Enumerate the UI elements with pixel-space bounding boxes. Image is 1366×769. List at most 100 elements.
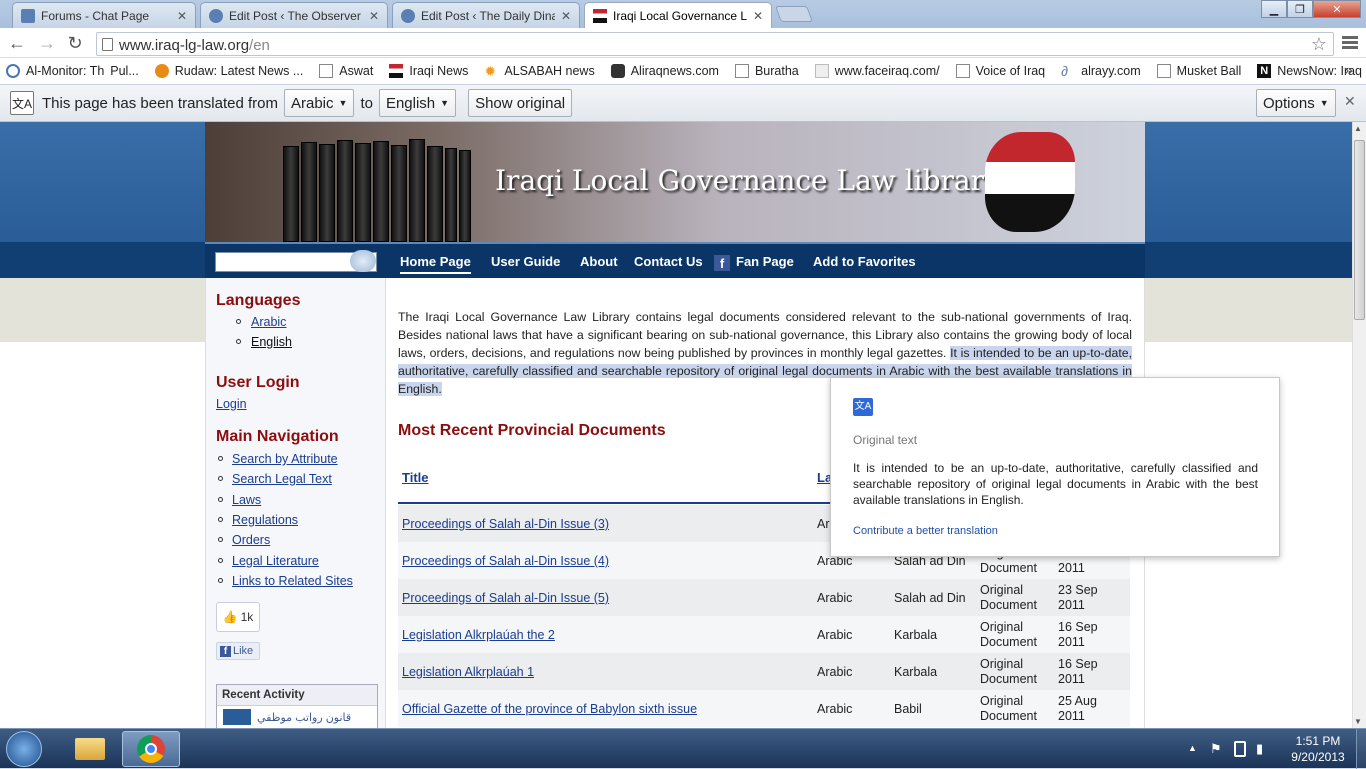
show-desktop-button[interactable] <box>1356 729 1366 769</box>
network-icon[interactable]: ▮ <box>1256 741 1263 757</box>
bookmark-aswat[interactable]: Aswat <box>319 64 373 78</box>
search-icon[interactable] <box>350 250 376 272</box>
close-icon[interactable]: ✕ <box>177 9 187 23</box>
sidebar-item-legal-literature[interactable]: Legal Literature <box>232 554 319 568</box>
address-bar[interactable]: www.iraq-lg-law.org/en ☆ <box>96 32 1334 56</box>
sidebar-item-laws[interactable]: Laws <box>232 493 261 507</box>
nav-about[interactable]: About <box>580 254 618 269</box>
user-login-heading: User Login <box>216 374 300 391</box>
bookmark-alrayy[interactable]: ∂ alrayy.com <box>1061 64 1141 78</box>
nav-user-guide[interactable]: User Guide <box>491 254 560 269</box>
forward-arrow-icon[interactable]: → <box>36 33 58 55</box>
close-window-button[interactable]: ✕ <box>1313 0 1361 18</box>
bookmarks-overflow-button[interactable]: » <box>1344 62 1353 80</box>
date-line: 2011 <box>1058 672 1085 686</box>
nav-home[interactable]: Home Page <box>400 254 471 274</box>
sidebar-item-search-legal-text[interactable]: Search Legal Text <box>232 472 332 486</box>
bookmark-rudaw[interactable]: Rudaw: Latest News ... <box>154 64 303 78</box>
globe-icon <box>6 64 20 78</box>
sidebar-item-related-sites[interactable]: Links to Related Sites <box>232 574 353 588</box>
bookmark-star-icon[interactable]: ☆ <box>1311 34 1327 55</box>
faceiraq-icon <box>814 64 829 78</box>
new-tab-button[interactable] <box>775 6 813 22</box>
document-title-link[interactable]: Official Gazette of the province of Baby… <box>402 702 697 716</box>
chevron-down-icon: ▼ <box>338 98 348 108</box>
scroll-up-icon[interactable]: ▲ <box>1354 124 1362 133</box>
bookmark-iraqi-news[interactable]: Iraqi News <box>389 64 468 78</box>
flag-icon[interactable]: ⚑ <box>1210 741 1222 757</box>
tray-expand-icon[interactable]: ▲ <box>1188 743 1197 753</box>
recent-activity-item[interactable]: قانون رواتب موظفي <box>217 706 377 728</box>
bookmark-alsabah[interactable]: ✹ ALSABAH news <box>484 64 594 78</box>
tab-observer[interactable]: Edit Post ‹ The Observer — WordPress ✕ <box>200 2 388 28</box>
table-row: Proceedings of Salah al-Din Issue (5) Ar… <box>398 579 1130 616</box>
nav-contact[interactable]: Contact Us <box>634 254 703 269</box>
close-icon[interactable]: ✕ <box>561 9 571 23</box>
title-column-header[interactable]: Title <box>402 470 429 485</box>
bookmark-faceiraq[interactable]: www.faceiraq.com/ <box>814 64 940 78</box>
facebook-icon[interactable]: f <box>714 255 730 271</box>
bookmark-voice-of-iraq[interactable]: Voice of Iraq <box>955 64 1045 78</box>
to-language-select[interactable]: English ▼ <box>378 89 457 117</box>
show-original-button[interactable]: Show original <box>468 89 573 117</box>
sidebar-item-regulations[interactable]: Regulations <box>232 513 298 527</box>
document-title-link[interactable]: Proceedings of Salah al-Din Issue (5) <box>402 591 609 605</box>
file-explorer-taskbar-button[interactable] <box>66 731 114 767</box>
close-icon[interactable]: ✕ <box>369 9 379 23</box>
type-line: Document <box>980 635 1037 649</box>
reload-icon[interactable]: ↻ <box>64 33 86 55</box>
login-link[interactable]: Login <box>216 397 247 411</box>
bookmark-aliraqnews[interactable]: Aliraqnews.com <box>610 64 719 78</box>
type-line: Document <box>980 672 1037 686</box>
page-icon <box>734 64 749 78</box>
start-button[interactable] <box>6 731 42 767</box>
maximize-button[interactable]: ❐ <box>1287 0 1313 18</box>
page-scrollbar[interactable]: ▲ ▼ <box>1352 122 1366 728</box>
tab-forums[interactable]: Forums - Chat Page ✕ <box>12 2 196 28</box>
document-region: Karbala <box>894 628 938 642</box>
back-arrow-icon[interactable]: ← <box>6 33 28 55</box>
type-line: Document <box>980 561 1037 575</box>
document-title-link[interactable]: Legislation Alkrplaúah the 2 <box>402 628 555 642</box>
sidebar-item-orders[interactable]: Orders <box>232 533 270 547</box>
type-line: Document <box>980 598 1037 612</box>
book-graphic <box>459 150 471 242</box>
tab-iraq-lg-law[interactable]: Iraqi Local Governance Law Library ✕ <box>584 2 772 28</box>
menu-icon[interactable] <box>1342 34 1358 50</box>
facebook-like-button[interactable]: f Like <box>216 642 260 660</box>
clock[interactable]: 1:51 PM 9/20/2013 <box>1284 733 1352 765</box>
sun-icon: ✹ <box>484 63 497 79</box>
language-arabic-link[interactable]: Arabic <box>251 315 286 329</box>
bookmark-musket-ball[interactable]: Musket Ball <box>1156 64 1241 78</box>
document-date: 25 Aug 2011 <box>1058 694 1097 724</box>
bookmark-pul[interactable]: Pul... <box>110 64 139 78</box>
close-infobar-icon[interactable]: ✕ <box>1344 93 1356 110</box>
scroll-down-icon[interactable]: ▼ <box>1354 717 1362 726</box>
from-language-select[interactable]: Arabic ▼ <box>283 89 355 117</box>
book-graphic <box>319 144 335 242</box>
nav-fan-page[interactable]: Fan Page <box>736 254 794 269</box>
language-english-link[interactable]: English <box>251 335 292 349</box>
tab-daily-dinar[interactable]: Edit Post ‹ The Daily Dinar — WordPress … <box>392 2 580 28</box>
battery-icon[interactable] <box>1234 741 1246 757</box>
document-type: OriginalDocument <box>980 694 1037 724</box>
document-type: OriginalDocument <box>980 620 1037 650</box>
bookmark-buratha[interactable]: Buratha <box>734 64 799 78</box>
document-title-link[interactable]: Proceedings of Salah al-Din Issue (4) <box>402 554 609 568</box>
contribute-translation-link[interactable]: Contribute a better translation <box>853 525 998 537</box>
document-title-link[interactable]: Legislation Alkrplaúah 1 <box>402 665 534 679</box>
scroll-thumb[interactable] <box>1354 140 1365 320</box>
tab-title: Forums - Chat Page <box>41 8 150 23</box>
chrome-taskbar-button[interactable] <box>122 731 180 767</box>
sidebar-item-search-attribute[interactable]: Search by Attribute <box>232 452 338 466</box>
bookmark-al-monitor[interactable]: Al-Monitor: Th <box>6 64 104 78</box>
close-icon[interactable]: ✕ <box>753 9 763 23</box>
document-language: Arabic <box>817 591 853 605</box>
document-title-link[interactable]: Proceedings of Salah al-Din Issue (3) <box>402 517 609 531</box>
options-button[interactable]: Options ▼ <box>1256 89 1336 117</box>
document-region: Babil <box>894 702 922 716</box>
book-graphic <box>373 141 389 242</box>
forum-favicon-icon <box>21 8 35 23</box>
nav-add-favorites[interactable]: Add to Favorites <box>813 254 916 269</box>
minimize-button[interactable]: ▁ <box>1261 0 1287 18</box>
